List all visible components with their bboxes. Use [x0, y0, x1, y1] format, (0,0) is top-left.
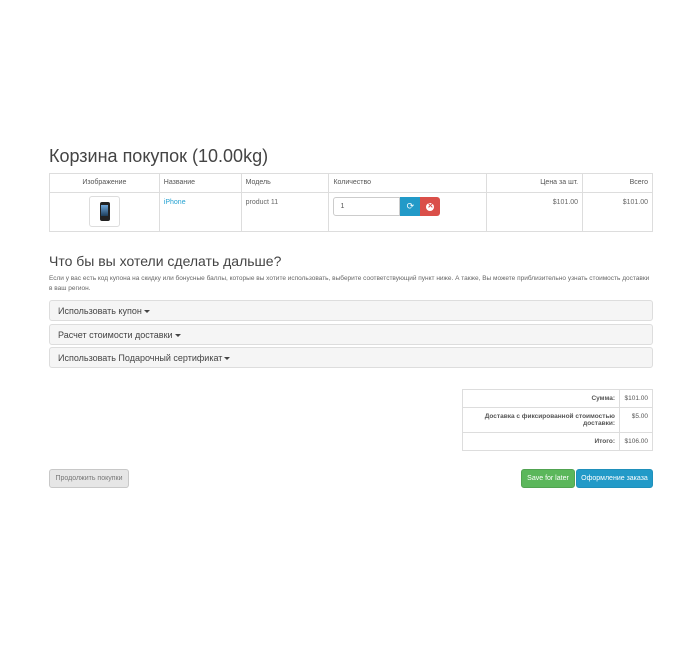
subtotal-label: Сумма:	[462, 389, 620, 408]
product-image-cell	[49, 192, 160, 232]
header-model: Модель	[240, 173, 330, 193]
header-total: Всего	[582, 173, 653, 193]
quantity-group: ⟳ ✕	[333, 197, 482, 216]
quantity-input[interactable]	[333, 197, 401, 216]
remove-item-button[interactable]: ✕	[420, 197, 441, 216]
quantity-cell: ⟳ ✕	[328, 192, 488, 232]
cart-table-header: Изображение Название Модель Количество Ц…	[49, 173, 653, 193]
save-for-later-button[interactable]: Save for later	[521, 469, 575, 488]
product-total: $101.00	[582, 192, 653, 232]
gift-certificate-panel[interactable]: Использовать Подарочный сертификат	[49, 347, 653, 368]
header-quantity: Количество	[328, 173, 488, 193]
totals-row-total: Итого: $106.00	[462, 432, 653, 451]
page-title: Корзина покупок (10.00kg)	[49, 146, 269, 166]
product-thumbnail[interactable]	[88, 196, 120, 227]
continue-shopping-button[interactable]: Продолжить покупки	[49, 469, 129, 488]
header-image: Изображение	[49, 173, 160, 193]
totals-row-subtotal: Сумма: $101.00	[462, 389, 653, 408]
gift-certificate-panel-label: Использовать Подарочный сертификат	[58, 353, 223, 363]
product-unit-price: $101.00	[486, 192, 584, 232]
total-label: Итого:	[462, 432, 620, 451]
shipping-panel-label: Расчет стоимости доставки	[58, 330, 173, 340]
subtotal-value: $101.00	[619, 389, 653, 408]
totals-table: Сумма: $101.00 Доставка с фиксированной …	[462, 389, 653, 451]
totals-row-shipping: Доставка с фиксированной стоимостью дост…	[462, 407, 653, 433]
next-steps-description: Если у вас есть код купона на скидку или…	[49, 275, 650, 292]
coupon-panel-label: Использовать купон	[58, 306, 142, 316]
refresh-icon: ⟳	[406, 201, 415, 211]
caret-down-icon	[174, 334, 181, 338]
coupon-panel[interactable]: Использовать купон	[49, 300, 653, 321]
cart-table: Изображение Название Модель Количество Ц…	[49, 173, 653, 232]
shipping-estimate-panel[interactable]: Расчет стоимости доставки	[49, 324, 653, 345]
shipping-label: Доставка с фиксированной стоимостью дост…	[462, 407, 620, 433]
header-unit-price: Цена за шт.	[486, 173, 584, 193]
product-name-cell: iPhone	[158, 192, 242, 232]
remove-icon: ✕	[426, 202, 435, 211]
update-quantity-button[interactable]: ⟳	[400, 197, 421, 216]
shipping-value: $5.00	[619, 407, 653, 433]
phone-thumbnail-icon	[99, 202, 110, 221]
header-name: Название	[158, 173, 242, 193]
checkout-button[interactable]: Оформление заказа	[576, 469, 653, 488]
total-value: $106.00	[619, 432, 653, 451]
table-row: iPhone product 11 ⟳ ✕ $101.00 $101	[49, 192, 653, 232]
product-name-link[interactable]: iPhone	[164, 199, 186, 206]
caret-down-icon	[224, 357, 231, 361]
product-model: product 11	[240, 192, 330, 232]
next-steps-title: Что бы вы хотели сделать дальше?	[49, 253, 282, 269]
caret-down-icon	[143, 310, 150, 314]
